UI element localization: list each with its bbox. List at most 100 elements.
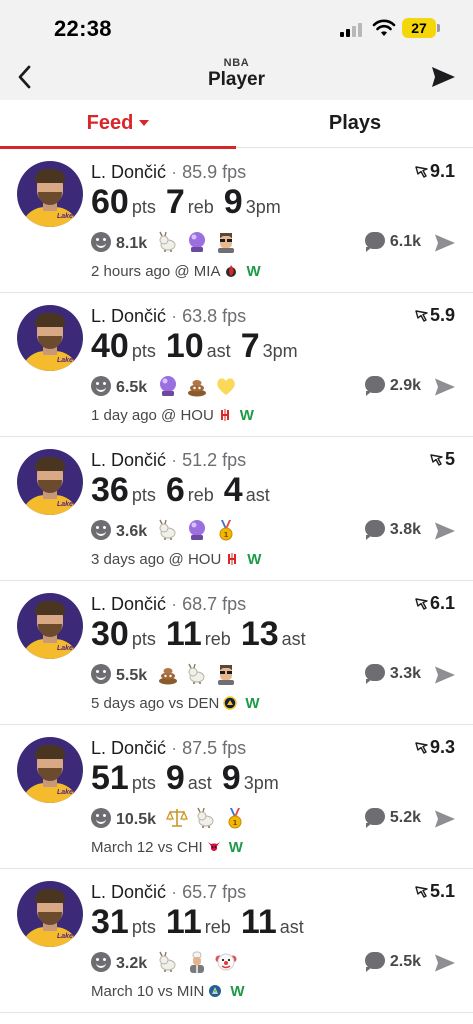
player-name: L. Dončić <box>91 882 167 902</box>
stat-unit: pts <box>131 341 156 361</box>
reaction-bar: 3.2k <box>91 951 244 975</box>
chef-emoji[interactable] <box>186 951 208 973</box>
share-icon[interactable] <box>434 665 456 685</box>
avatar-beard <box>38 768 62 781</box>
lakers-logo-icon: Lakers <box>57 213 80 220</box>
share-icon[interactable] <box>434 233 456 253</box>
yellow-heart-emoji[interactable] <box>215 375 237 397</box>
rating-value: 5.9 <box>429 305 455 325</box>
goat-emoji[interactable] <box>157 519 179 541</box>
goat-emoji[interactable] <box>186 663 208 685</box>
rating-arrow-icon <box>415 310 428 322</box>
stat-value: 7 <box>240 327 260 365</box>
comment-button[interactable]: 2.9k <box>364 376 421 396</box>
lakers-logo-icon: Lakers <box>57 645 80 652</box>
player-name-line: L. Dončić · 51.2 fps <box>91 450 246 471</box>
separator-dot: · <box>171 306 178 326</box>
scales-emoji[interactable] <box>166 807 189 829</box>
stat-unit: 3pm <box>262 341 298 361</box>
avatar-beard <box>38 192 62 205</box>
battery-cap <box>437 24 440 32</box>
game-time: March 12 vs CHI <box>91 839 203 856</box>
fantasy-points: 68.7 fps <box>182 594 247 614</box>
fantasy-points: 87.5 fps <box>182 738 247 758</box>
battery-icon: 27 <box>402 18 436 38</box>
nuggets-logo-icon <box>223 696 238 710</box>
smiley-icon[interactable] <box>91 232 111 252</box>
smiley-icon[interactable] <box>91 808 111 828</box>
feed-card[interactable]: Lakers L. Dončić · 68.7 fps 6.1 30 pts 11 r… <box>0 581 473 725</box>
feed-list: Lakers L. Dončić · 85.9 fps 9.1 60 pts 7 re… <box>0 149 473 1013</box>
feed-card[interactable]: Lakers L. Dončić · 85.9 fps 9.1 60 pts 7 re… <box>0 149 473 293</box>
tab-plays[interactable]: Plays <box>237 100 473 148</box>
game-result: W <box>230 983 245 1000</box>
crystal-ball-emoji[interactable] <box>186 231 208 253</box>
stat-unit: ast <box>279 917 304 937</box>
game-result: W <box>247 551 262 568</box>
player-avatar[interactable]: Lakers <box>17 161 83 227</box>
tab-bar: Feed Plays <box>0 100 473 149</box>
comment-button[interactable]: 2.5k <box>364 952 421 972</box>
crystal-ball-emoji[interactable] <box>186 519 208 541</box>
feed-card[interactable]: Lakers L. Dončić · 51.2 fps 5 36 pts 6 reb 4… <box>0 437 473 581</box>
avatar-beard <box>38 336 62 349</box>
feed-card[interactable]: Lakers L. Dončić · 63.8 fps 5.9 40 pts 10 a… <box>0 293 473 437</box>
player-avatar[interactable]: Lakers <box>17 449 83 515</box>
crystal-ball-emoji[interactable] <box>157 375 179 397</box>
player-avatar[interactable]: Lakers <box>17 305 83 371</box>
comment-count: 6.1k <box>389 233 421 250</box>
share-icon[interactable] <box>434 521 456 541</box>
poop-emoji[interactable] <box>186 375 208 397</box>
tab-feed[interactable]: Feed <box>0 100 236 149</box>
smiley-icon[interactable] <box>91 664 111 684</box>
goat-emoji[interactable] <box>157 951 179 973</box>
comment-button[interactable]: 5.2k <box>364 808 421 828</box>
gold-medal-emoji[interactable]: 1 <box>224 807 246 829</box>
player-avatar[interactable]: Lakers <box>17 593 83 659</box>
status-time: 22:38 <box>54 16 112 41</box>
sunglasses-man-emoji[interactable] <box>215 231 237 253</box>
separator-dot: · <box>171 450 178 470</box>
goat-emoji[interactable] <box>157 231 179 253</box>
lakers-logo-icon: Lakers <box>57 789 80 796</box>
comment-button[interactable]: 6.1k <box>364 232 421 252</box>
comment-button[interactable]: 3.8k <box>364 520 421 540</box>
rating-arrow-icon <box>415 598 428 610</box>
lakers-logo-icon: Lakers <box>57 357 80 364</box>
share-icon[interactable] <box>434 953 456 973</box>
sunglasses-man-emoji[interactable] <box>215 663 237 685</box>
player-avatar[interactable]: Lakers <box>17 737 83 803</box>
goat-emoji[interactable] <box>195 807 217 829</box>
feed-card[interactable]: Lakers L. Dončić · 87.5 fps 9.3 51 pts 9 as… <box>0 725 473 869</box>
smiley-icon[interactable] <box>91 520 111 540</box>
send-icon[interactable] <box>430 65 456 89</box>
rating-arrow-icon <box>415 886 428 898</box>
comment-bubble-icon <box>364 664 385 684</box>
player-avatar[interactable]: Lakers <box>17 881 83 947</box>
rating-value: 9.3 <box>429 737 455 757</box>
stat-unit: pts <box>131 917 156 937</box>
avatar-hair <box>35 457 65 471</box>
comment-button[interactable]: 3.3k <box>364 664 421 684</box>
clown-emoji[interactable] <box>215 951 237 973</box>
player-name-line: L. Dončić · 85.9 fps <box>91 162 246 183</box>
player-name: L. Dončić <box>91 162 167 182</box>
gold-medal-emoji[interactable]: 1 <box>215 519 237 541</box>
smiley-icon[interactable] <box>91 376 111 396</box>
smiley-icon[interactable] <box>91 952 111 972</box>
share-icon[interactable] <box>434 809 456 829</box>
stat-unit: ast <box>206 341 231 361</box>
poop-emoji[interactable] <box>157 663 179 685</box>
stat-value: 9 <box>221 759 241 797</box>
rating: 9.1 <box>415 161 455 182</box>
lakers-logo-icon: Lakers <box>57 933 80 940</box>
tab-feed-label: Feed <box>86 112 134 134</box>
feed-card[interactable]: Lakers L. Dončić · 65.7 fps 5.1 31 pts 11 r… <box>0 869 473 1013</box>
fantasy-points: 85.9 fps <box>182 162 247 182</box>
share-icon[interactable] <box>434 377 456 397</box>
emoji-reactions <box>157 231 244 253</box>
avatar-beard <box>38 624 62 637</box>
stat-unit: reb <box>204 917 231 937</box>
rating: 5 <box>430 449 455 470</box>
stat-unit: reb <box>204 629 231 649</box>
